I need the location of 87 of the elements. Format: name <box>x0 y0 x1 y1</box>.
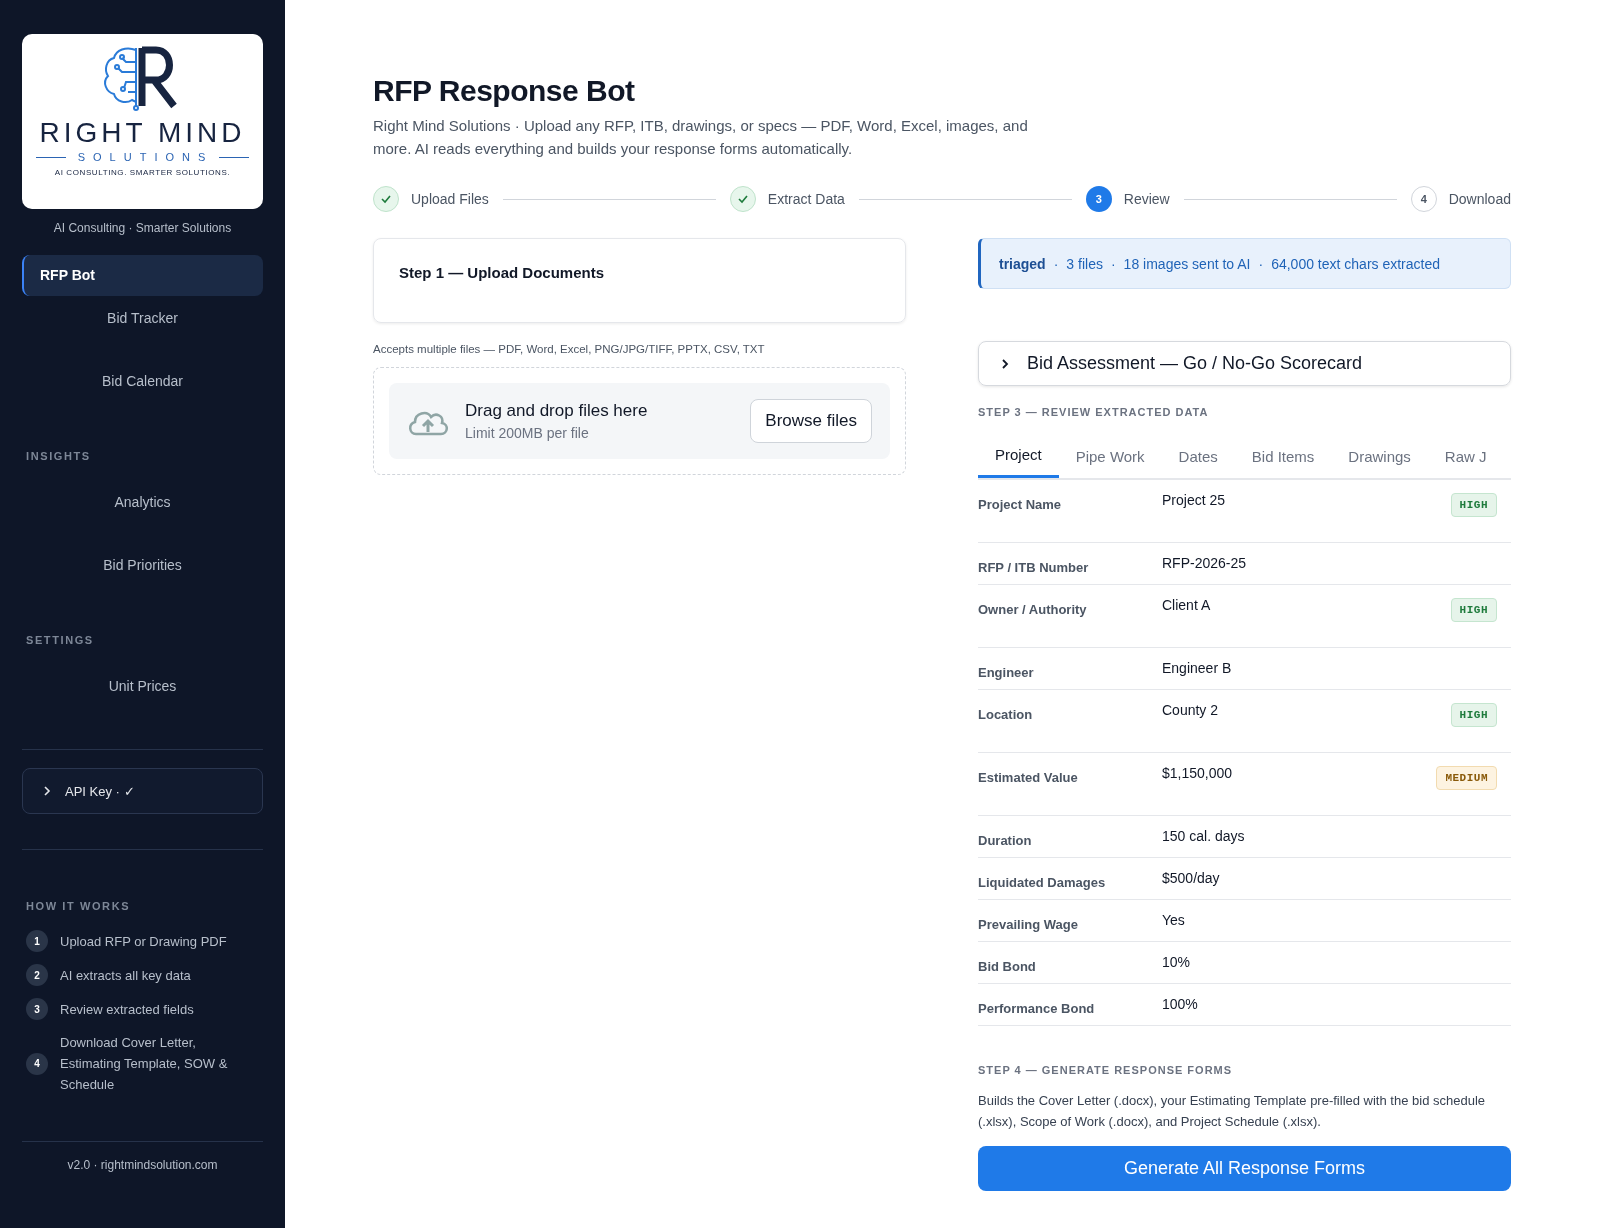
field-value: $1,150,000 <box>1162 765 1234 783</box>
section-heading: STEP 3 — REVIEW EXTRACTED DATA <box>978 406 1210 418</box>
section-heading: SETTINGS <box>26 634 95 646</box>
generate-button[interactable]: Generate All Response Forms <box>978 1146 1511 1191</box>
check-icon <box>380 193 392 205</box>
browse-files-button[interactable]: Browse files <box>750 399 872 443</box>
step-number: 4 <box>26 1052 48 1075</box>
logo-motto: AI CONSULTING. SMARTER SOLUTIONS. <box>54 168 231 177</box>
page-subtitle: Right Mind Solutions · Upload any RFP, ITB, drawings, or specs — PDF, Word, Excel, images, and more. AI reads everything and builds your response forms automatically. <box>373 116 1029 159</box>
confidence-badge: HIGH <box>1450 703 1497 727</box>
field-value: RFP-2026-25 <box>1162 555 1248 573</box>
step-number: 1 <box>26 930 48 952</box>
field-label: Prevailing Wage <box>978 916 1079 934</box>
field-label: Estimated Value <box>978 769 1079 787</box>
field-label: Liquidated Damages <box>978 874 1107 892</box>
step-text: Download Cover Letter, Estimating Template, SOW & Schedule <box>60 1034 229 1094</box>
tab[interactable]: Project <box>978 434 1059 478</box>
tab[interactable]: Raw J <box>1427 434 1504 478</box>
logo-subtitle: SOLUTIONS <box>76 150 214 164</box>
field-value: Engineer B <box>1162 660 1233 678</box>
field-value: Yes <box>1162 912 1186 930</box>
nav-item[interactable]: RFP Bot <box>22 255 263 296</box>
status-stat: 3 files <box>1066 255 1103 272</box>
drop-zone[interactable]: Drag and drop files here Limit 200MB per file Browse files <box>373 367 906 475</box>
confidence-badge: HIGH <box>1450 598 1497 622</box>
step-text: AI extracts all key data <box>60 966 192 985</box>
tab[interactable]: Bid Items <box>1234 434 1332 478</box>
field-label: RFP / ITB Number <box>978 559 1090 577</box>
separator-dot: · <box>1258 255 1264 272</box>
chevron-icon <box>41 785 53 797</box>
version-footer: v2.0 · rightmindsolution.com <box>22 1158 263 1172</box>
step-label: Upload Files <box>411 191 489 207</box>
field-label: Performance Bond <box>978 1000 1096 1018</box>
step-label: Extract Data <box>767 191 845 207</box>
section-heading: HOW IT WORKS <box>26 900 132 912</box>
check-icon <box>736 193 749 205</box>
field-value: $500/day <box>1162 870 1221 888</box>
nav-item[interactable]: Bid Priorities <box>22 545 263 586</box>
step-label: Review <box>1123 191 1170 207</box>
step-number: 3 <box>26 998 48 1020</box>
nav-item[interactable]: Analytics <box>22 482 263 523</box>
section-heading: INSIGHTS <box>26 450 92 462</box>
step-number: 2 <box>26 964 48 986</box>
step-indicator: 3 <box>1085 186 1112 212</box>
field-value: Project 25 <box>1162 492 1227 510</box>
step-indicator: 4 <box>1410 186 1437 212</box>
field-value: County 2 <box>1162 702 1220 720</box>
confidence-badge: HIGH <box>1450 493 1497 517</box>
chevron-icon <box>999 357 1011 370</box>
separator-dot: · <box>1053 255 1059 272</box>
field-value: 10% <box>1162 954 1192 972</box>
accepted-formats-note: Accepts multiple files — PDF, Word, Excel, PNG/JPG/TIFF, PPTX, CSV, TXT <box>373 343 766 355</box>
status-stat: 18 images sent to AI <box>1123 255 1251 272</box>
field-label: Engineer <box>978 664 1035 682</box>
step-text: Review extracted fields <box>60 1000 195 1019</box>
field-label: Duration <box>978 832 1033 850</box>
tab[interactable]: Pipe Work <box>1058 434 1162 478</box>
nav-item[interactable]: Bid Calendar <box>22 361 263 402</box>
api-key-label: API Key · ✓ <box>65 783 135 799</box>
nav-item[interactable]: Bid Tracker <box>22 298 263 339</box>
api-key-expander[interactable]: API Key · ✓ <box>22 768 263 814</box>
field-value: 150 cal. days <box>1162 828 1246 846</box>
section-heading: STEP 4 — GENERATE RESPONSE FORMS <box>978 1064 1234 1076</box>
field-label: Bid Bond <box>978 958 1037 976</box>
generate-description: Builds the Cover Letter (.docx), your Estimating Template pre-filled with the bid schedule (.xlsx), Scope of Work (.docx), and Project Schedule (.xlsx). <box>978 1092 1486 1131</box>
tagline: AI Consulting · Smarter Solutions <box>52 221 233 235</box>
card-heading: Step 1 — Upload Documents <box>399 264 606 281</box>
page-title: RFP Response Bot <box>373 73 636 109</box>
tab[interactable]: Drawings <box>1331 434 1428 478</box>
drop-zone-title: Drag and drop files here <box>465 401 649 421</box>
status-label: triaged <box>999 255 1046 272</box>
logo-wordmark: RIGHT MIND <box>39 118 246 148</box>
file-size-limit: Limit 200MB per file <box>465 425 590 441</box>
field-label: Location <box>978 706 1034 724</box>
status-stat: 64,000 text chars extracted <box>1271 255 1440 272</box>
step-label: Download <box>1448 191 1511 207</box>
field-label: Owner / Authority <box>978 601 1088 619</box>
field-value: Client A <box>1162 597 1212 615</box>
field-label: Project Name <box>978 496 1063 514</box>
scorecard-label: Bid Assessment — Go / No-Go Scorecard <box>1027 353 1363 374</box>
confidence-badge: MEDIUM <box>1436 766 1497 790</box>
step-text: Upload RFP or Drawing PDF <box>60 932 228 951</box>
nav-item[interactable]: Unit Prices <box>22 666 263 707</box>
separator-dot: · <box>1110 255 1116 272</box>
tab[interactable]: Dates <box>1161 434 1235 478</box>
field-value: 100% <box>1162 996 1199 1014</box>
scorecard-expander[interactable]: Bid Assessment — Go / No-Go Scorecard <box>978 341 1511 386</box>
